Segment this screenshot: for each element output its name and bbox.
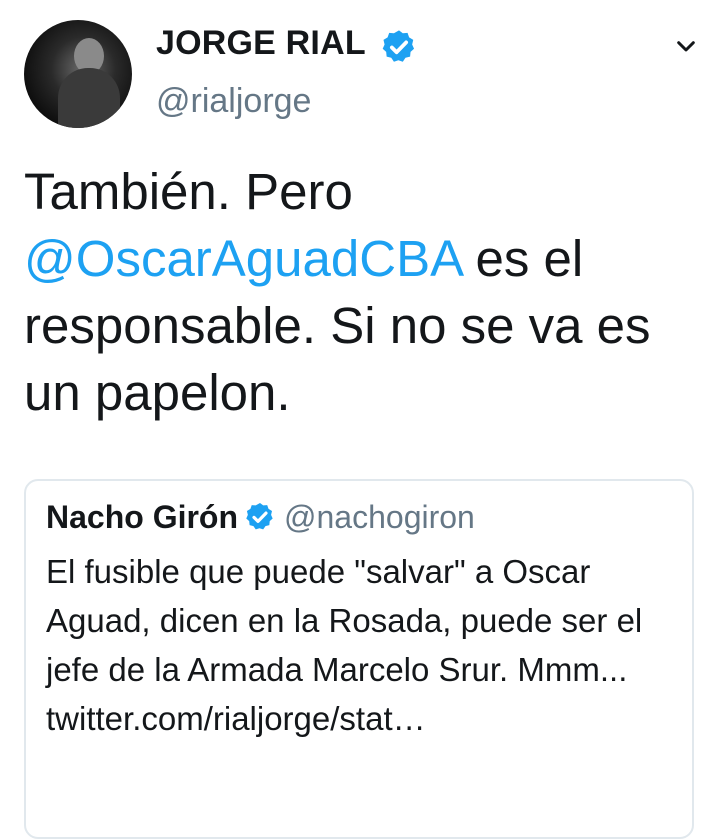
author-avatar[interactable] xyxy=(24,20,132,128)
verified-badge-icon xyxy=(382,30,415,62)
quoted-tweet-card[interactable]: Nacho Girón @nachogiron El fusible que p… xyxy=(24,479,694,839)
author-display-name[interactable]: JORGE RIAL xyxy=(156,20,366,66)
quoted-tweet-text: El fusible que puede "salvar" a Oscar Ag… xyxy=(46,553,643,737)
quoted-author-name: Nacho Girón xyxy=(46,499,239,535)
mention-link[interactable]: @OscarAguadCBA xyxy=(24,230,461,287)
verified-badge-icon xyxy=(246,503,273,530)
avatar-body-shape xyxy=(58,68,120,128)
chevron-down-icon[interactable] xyxy=(670,30,702,62)
author-handle[interactable]: @rialjorge xyxy=(156,79,311,123)
tweet-text: También. Pero @OscarAguadCBA es el respo… xyxy=(24,158,704,426)
tweet-text-intro: También. Pero xyxy=(24,163,353,220)
quoted-tweet-header: Nacho Girón @nachogiron xyxy=(46,495,475,539)
quoted-author-handle: @nachogiron xyxy=(284,499,475,535)
